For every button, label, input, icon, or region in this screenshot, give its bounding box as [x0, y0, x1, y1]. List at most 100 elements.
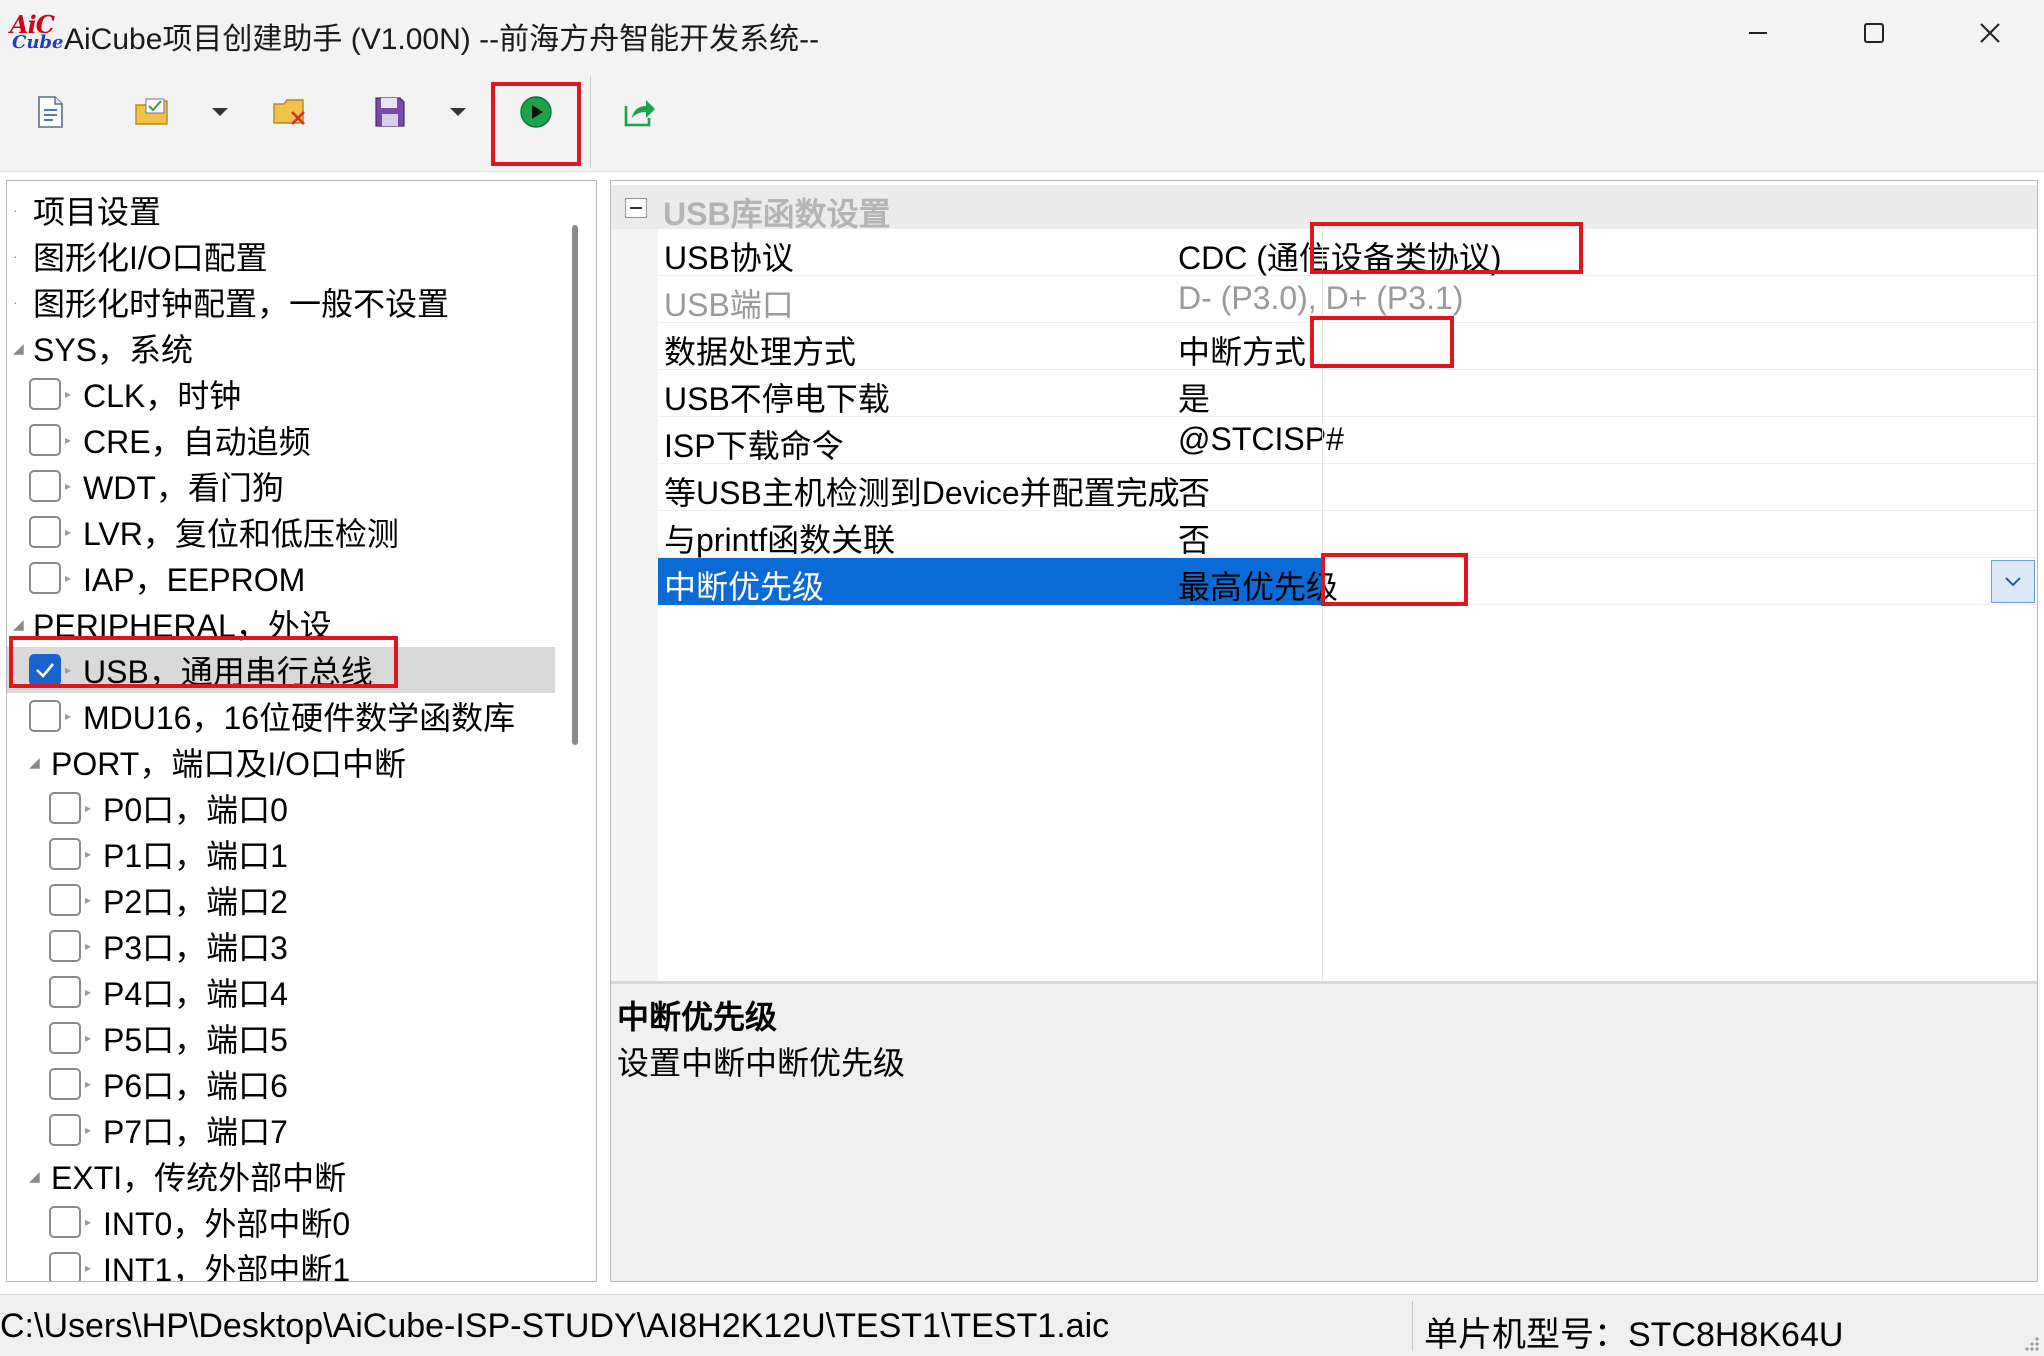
cre-checkbox[interactable]: [29, 424, 61, 456]
usb-protocol-highlight: [1310, 222, 1583, 274]
tree-item-p3[interactable]: ▸ P3口，端口3: [7, 923, 555, 969]
tree-item-p5[interactable]: ▸ P5口，端口5: [7, 1015, 555, 1061]
property-row-usb-download[interactable]: USB不停电下载 是: [658, 370, 2037, 417]
project-file-path: C:\Users\HP\Desktop\AiCube-ISP-STUDY\AI8…: [0, 1307, 1110, 1345]
tree-scrollbar[interactable]: [572, 225, 578, 745]
save-button[interactable]: [362, 84, 418, 140]
close-window-button[interactable]: [1932, 0, 2044, 66]
expand-toggle-icon[interactable]: ◢: [29, 1168, 40, 1185]
tree-item-p7[interactable]: ▸ P7口，端口7: [7, 1107, 555, 1153]
tree-item-clk[interactable]: ▸ CLK，时钟: [7, 371, 555, 417]
wdt-checkbox[interactable]: [29, 470, 61, 502]
property-row-isp-command[interactable]: ISP下载命令 @STCISP#: [658, 417, 2037, 464]
chevron-down-icon: [2005, 576, 2021, 586]
tree-item-lvr[interactable]: ▸ LVR，复位和低压检测: [7, 509, 555, 555]
p0-checkbox[interactable]: [49, 792, 81, 824]
tree-item-label: PORT，端口及I/O口中断: [51, 746, 406, 782]
property-value[interactable]: 是: [1178, 374, 1210, 420]
aicube-logo: AiC Cube: [8, 10, 63, 54]
tree-arrow-icon: ▸: [65, 387, 72, 401]
p3-checkbox[interactable]: [49, 930, 81, 962]
property-name: ISP下载命令: [664, 428, 844, 464]
tree-item-p2[interactable]: ▸ P2口，端口2: [7, 877, 555, 923]
tree-arrow-icon: ▸: [65, 571, 72, 585]
tree-item-label: INT0，外部中断0: [103, 1206, 351, 1242]
interrupt-priority-highlight: [1321, 553, 1468, 606]
p7-checkbox[interactable]: [49, 1114, 81, 1146]
tree-group-port[interactable]: ◢ PORT，端口及I/O口中断: [7, 739, 555, 785]
tree-item-wdt[interactable]: ▸ WDT，看门狗: [7, 463, 555, 509]
open-project-button[interactable]: [124, 84, 180, 140]
lvr-checkbox[interactable]: [29, 516, 61, 548]
tree-group-sys[interactable]: ◢ SYS，系统: [7, 325, 555, 371]
tree-item-label: 项目设置: [33, 194, 162, 230]
save-icon: [375, 97, 405, 127]
property-row-printf[interactable]: 与printf函数关联 否: [658, 511, 2037, 558]
close-icon: [1980, 23, 2000, 43]
resize-grip-icon[interactable]: [2022, 1334, 2040, 1352]
expand-toggle-icon[interactable]: ◢: [13, 616, 24, 633]
tree-item-label: P1口，端口1: [103, 838, 288, 874]
property-row-wait-host[interactable]: 等USB主机检测到Device并配置完成 否: [658, 464, 2037, 511]
usb-item-highlight: [9, 636, 398, 688]
property-value[interactable]: @STCISP#: [1178, 421, 1344, 458]
property-value[interactable]: 中断方式: [1178, 327, 1306, 373]
tree-arrow-icon: ▸: [85, 1261, 92, 1275]
tree-item-label: P5口，端口5: [103, 1022, 288, 1058]
tree-item-int1[interactable]: ▸ INT1，外部中断1: [7, 1245, 555, 1282]
save-dropdown[interactable]: [446, 98, 470, 126]
property-value[interactable]: 最高优先级: [1178, 562, 1338, 608]
tree-item-io-config[interactable]: · 图形化I/O口配置: [7, 233, 555, 279]
property-value: D- (P3.0), D+ (P3.1): [1178, 280, 1464, 316]
tree-group-exti[interactable]: ◢ EXTI，传统外部中断: [7, 1153, 555, 1199]
open-project-dropdown[interactable]: [208, 98, 232, 126]
description-title: 中断优先级: [617, 999, 778, 1035]
property-value[interactable]: 否: [1178, 468, 1210, 514]
tree-item-clock-config[interactable]: · 图形化时钟配置，一般不设置: [7, 279, 555, 325]
tree-arrow-icon: ▸: [85, 1123, 92, 1137]
collapse-toggle-icon[interactable]: [625, 198, 647, 218]
p6-checkbox[interactable]: [49, 1068, 81, 1100]
tree-item-cre[interactable]: ▸ CRE，自动追频: [7, 417, 555, 463]
tree-item-label: P3口，端口3: [103, 930, 288, 966]
new-project-button[interactable]: [22, 84, 78, 140]
tree-item-label: MDU16，16位硬件数学函数库: [83, 700, 516, 736]
grid-gutter: [611, 229, 658, 981]
maximize-icon: [1864, 23, 1884, 43]
close-project-button[interactable]: [262, 84, 318, 140]
tree-bullet-icon: ·: [13, 248, 18, 264]
tree-item-int0[interactable]: ▸ INT0，外部中断0: [7, 1199, 555, 1245]
project-tree[interactable]: · 项目设置 · 图形化I/O口配置 · 图形化时钟配置，一般不设置 ◢ SYS…: [6, 180, 597, 1282]
clk-checkbox[interactable]: [29, 378, 61, 410]
tree-arrow-icon: ▸: [85, 1215, 92, 1229]
description-panel: 中断优先级 设置中断中断优先级: [611, 981, 2037, 1281]
p2-checkbox[interactable]: [49, 884, 81, 916]
p5-checkbox[interactable]: [49, 1022, 81, 1054]
tree-item-label: INT1，外部中断1: [103, 1252, 351, 1282]
mdu16-checkbox[interactable]: [29, 700, 61, 732]
int0-checkbox[interactable]: [49, 1206, 81, 1238]
tree-item-p6[interactable]: ▸ P6口，端口6: [7, 1061, 555, 1107]
minimize-button[interactable]: [1700, 0, 1816, 66]
maximize-button[interactable]: [1816, 0, 1932, 66]
property-name: USB不停电下载: [664, 381, 890, 417]
expand-toggle-icon[interactable]: ◢: [13, 340, 24, 357]
int1-checkbox[interactable]: [49, 1252, 81, 1281]
open-project-icon: [135, 98, 168, 125]
property-value[interactable]: 否: [1178, 515, 1210, 561]
expand-toggle-icon[interactable]: ◢: [29, 754, 40, 771]
tree-item-label: P6口，端口6: [103, 1068, 288, 1104]
tree-item-p4[interactable]: ▸ P4口，端口4: [7, 969, 555, 1015]
tree-item-p1[interactable]: ▸ P1口，端口1: [7, 831, 555, 877]
window-title: AiCube项目创建助手 (V1.00N) --前海方舟智能开发系统--: [64, 23, 820, 56]
p1-checkbox[interactable]: [49, 838, 81, 870]
export-button[interactable]: [612, 84, 668, 140]
iap-checkbox[interactable]: [29, 562, 61, 594]
tree-item-iap[interactable]: ▸ IAP，EEPROM: [7, 555, 555, 601]
tree-item-mdu16[interactable]: ▸ MDU16，16位硬件数学函数库: [7, 693, 555, 739]
chip-model: 单片机型号：STC8H8K64U: [1424, 1316, 1844, 1354]
tree-item-p0[interactable]: ▸ P0口，端口0: [7, 785, 555, 831]
priority-dropdown-button[interactable]: [1991, 560, 2035, 603]
p4-checkbox[interactable]: [49, 976, 81, 1008]
tree-item-project-settings[interactable]: · 项目设置: [7, 187, 555, 233]
